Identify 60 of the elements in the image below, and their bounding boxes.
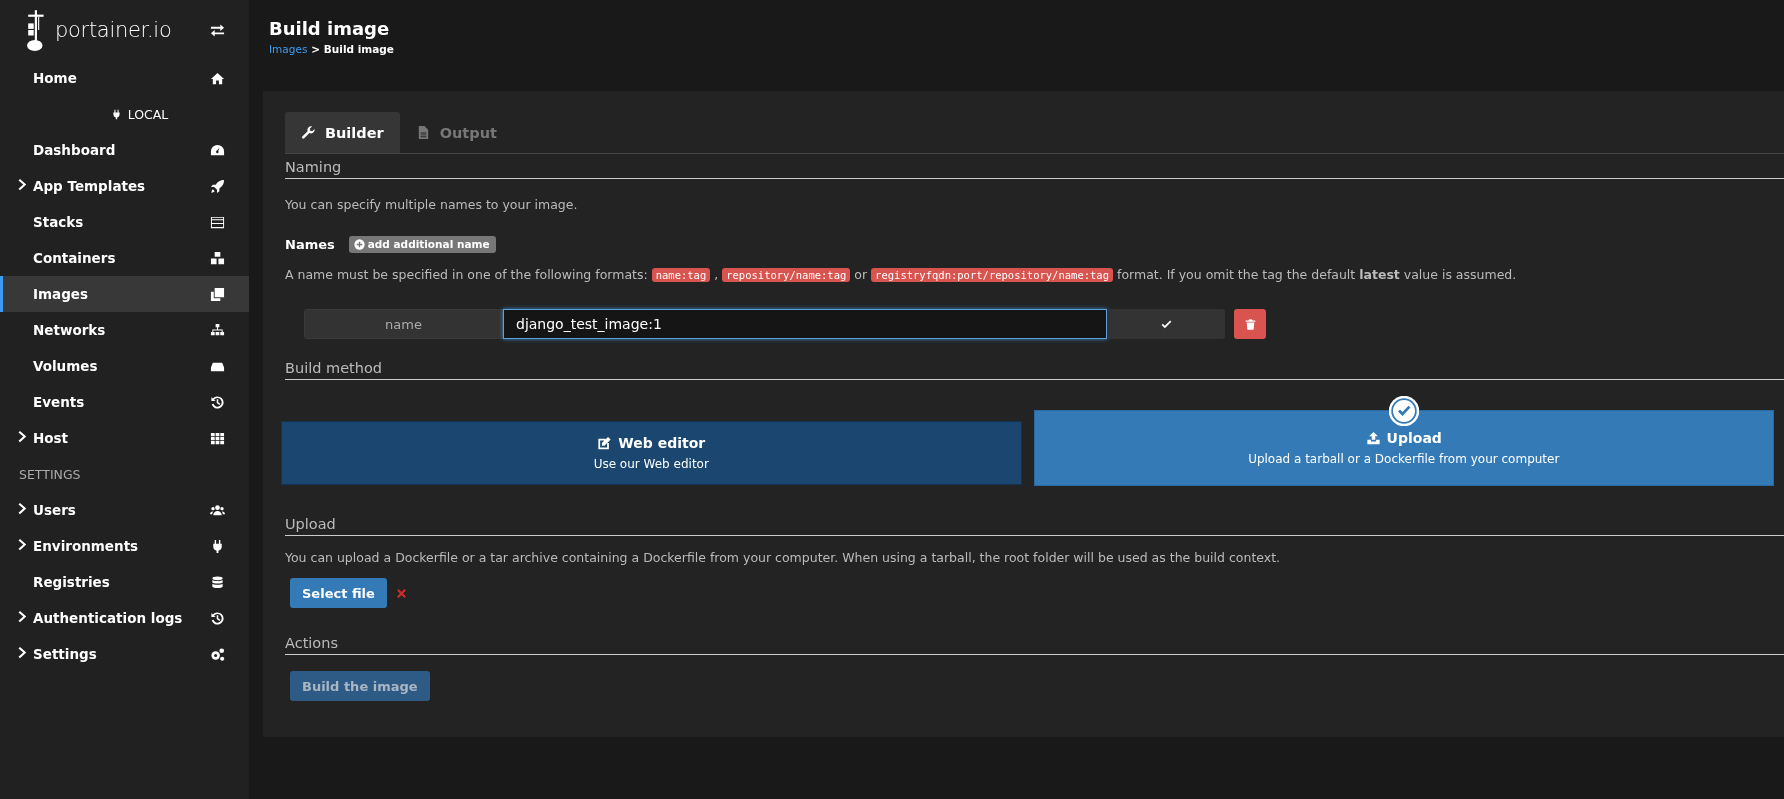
- nav-item[interactable]: Host: [0, 420, 249, 456]
- breadcrumb-link[interactable]: Images: [269, 43, 308, 55]
- logo-text: portainer.io: [55, 18, 172, 42]
- swap-icon: [210, 22, 225, 38]
- trash-icon: [1244, 317, 1256, 331]
- nav-item[interactable]: Users: [0, 492, 249, 528]
- section-heading: Actions: [285, 630, 1784, 655]
- build-method-option[interactable]: Upload Upload a tarball or a Dockerfile from your computer: [1033, 410, 1774, 486]
- name-label: name: [304, 309, 503, 339]
- close-icon[interactable]: [395, 587, 407, 599]
- name-input[interactable]: django_test_image:1: [503, 309, 1107, 339]
- cubes-icon: [210, 250, 225, 266]
- nav-item[interactable]: Settings: [0, 636, 249, 672]
- plus-circle-icon: [353, 238, 365, 250]
- table-icon: [210, 214, 225, 230]
- users-icon: [210, 502, 225, 518]
- build-method-option[interactable]: Web editor Use our Web editor: [281, 421, 1022, 485]
- database-icon: [210, 574, 225, 590]
- plug-icon: [210, 538, 225, 554]
- history-icon: [210, 610, 225, 626]
- sitemap-icon: [210, 322, 225, 338]
- tab[interactable]: Builder: [285, 112, 400, 153]
- format-help-text: A name must be specified in one of the following formats: name:tag , repository/name:tag or registryfqdn:port/repository/name:tag format. If you omit the tag the default latest value is assumed.: [285, 266, 1518, 284]
- upload-icon: [1365, 431, 1381, 445]
- nav-item[interactable]: Events: [0, 384, 249, 420]
- names-label: Names: [285, 237, 335, 252]
- select-file-button[interactable]: Select file: [290, 578, 387, 608]
- nav-item[interactable]: Environments: [0, 528, 249, 564]
- section-heading: SETTINGS: [19, 466, 81, 482]
- breadcrumb-current: > Build image: [311, 43, 394, 55]
- section-heading: Naming: [285, 154, 1784, 179]
- gears-icon: [210, 646, 225, 662]
- nav-item[interactable]: Containers: [0, 240, 249, 276]
- edit-icon: [597, 436, 613, 450]
- intro-text: You can specify multiple names to your image.: [285, 197, 579, 212]
- add-name-button[interactable]: add additional name: [348, 236, 496, 253]
- nav-item[interactable]: App Templates: [0, 168, 249, 204]
- nav-item[interactable]: Dashboard: [0, 132, 249, 168]
- tab[interactable]: Output: [399, 112, 513, 153]
- nav-item[interactable]: Networks: [0, 312, 249, 348]
- upload-help-text: You can upload a Dockerfile or a tar archive containing a Dockerfile from your computer. When using a tarball, the root folder will be used as the build context.: [285, 550, 1282, 565]
- history-icon: [210, 394, 225, 410]
- wrench-icon: [301, 125, 316, 140]
- delete-button[interactable]: [1234, 309, 1266, 339]
- dashboard-icon: [210, 142, 225, 158]
- grid-icon: [210, 430, 225, 446]
- page-title: Build image: [269, 18, 391, 39]
- home-icon: [210, 70, 225, 86]
- rocket-icon: [210, 178, 225, 194]
- nav-item[interactable]: Stacks: [0, 204, 249, 240]
- nav-item[interactable]: Volumes: [0, 348, 249, 384]
- environment-label: LOCAL: [127, 106, 169, 122]
- copy-icon: [210, 286, 225, 302]
- nav-item[interactable]: Registries: [0, 564, 249, 600]
- plug-icon: [110, 107, 122, 121]
- nav-item[interactable]: Authentication logs: [0, 600, 249, 636]
- section-heading: Build method: [285, 355, 1784, 380]
- nav-item[interactable]: Home: [0, 60, 249, 96]
- section-heading: Upload: [285, 511, 1784, 536]
- nav-item[interactable]: Images: [0, 276, 249, 312]
